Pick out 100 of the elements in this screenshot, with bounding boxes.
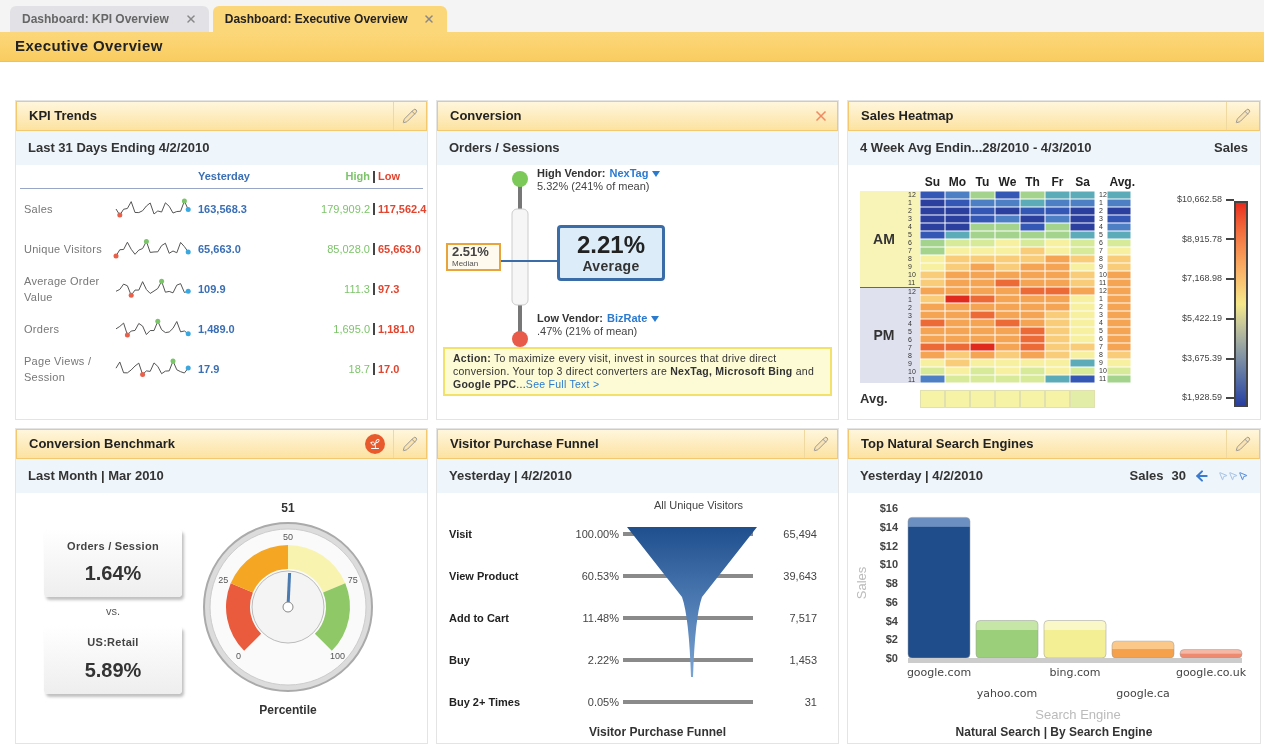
scale-label: $5,422.19 <box>1180 312 1222 326</box>
close-icon[interactable] <box>813 108 829 124</box>
day-label: Sa <box>1074 174 1091 191</box>
x-axis-title: Search Engine <box>1035 707 1121 722</box>
x-tick-label: google.com <box>906 666 972 679</box>
low-value: 17.0 <box>378 361 401 377</box>
bar <box>1111 640 1175 659</box>
metric-card: US:Retail 5.89% <box>44 625 182 694</box>
high-value: 85,028.0 <box>326 241 370 257</box>
y-axis-title: Sales <box>854 566 869 600</box>
edit-icon[interactable] <box>1235 436 1251 452</box>
panel-title: Top Natural Search Engines <box>860 435 1034 454</box>
metric-name: Page Views / Session <box>23 354 93 385</box>
day-label: Tu <box>974 174 991 191</box>
panel-title: Conversion Benchmark <box>28 435 175 454</box>
gauge-tick-label: 100 <box>330 651 345 662</box>
edit-icon[interactable] <box>402 436 418 452</box>
gauge-tick-label: 50 <box>283 532 293 542</box>
yesterday-value: 17.9 <box>198 361 221 377</box>
column-header: Low <box>378 169 401 185</box>
metric-card: Orders / Session 1.64% <box>44 529 182 597</box>
stage-label: Visit <box>449 526 474 542</box>
vendor-link[interactable]: NexTag <box>609 167 649 180</box>
caret-icon[interactable] <box>651 315 660 322</box>
subtitle: Yesterday | 4/2/2010 <box>860 467 983 486</box>
high-value: 1,695.0 <box>332 321 370 337</box>
bar <box>1043 620 1107 659</box>
high-value: 179,909.2 <box>320 201 370 217</box>
vendor-link[interactable]: BizRate <box>607 312 648 325</box>
stage-percent: 2.22% <box>586 652 619 668</box>
edit-icon[interactable] <box>402 108 418 124</box>
stage-percent: 11.48% <box>581 610 619 626</box>
vendor-label: Low Vendor: <box>537 312 603 325</box>
row-count: 30 <box>1171 467 1186 486</box>
yesterday-value: 65,663.0 <box>198 241 242 257</box>
average-callout: 2.21% Average <box>557 225 665 281</box>
low-value: 1,181.0 <box>378 321 416 337</box>
panel-title: KPI Trends <box>28 107 97 126</box>
y-tick-label: $8 <box>885 577 898 589</box>
chart-caption: Visitor Purchase Funnel <box>588 724 727 741</box>
bar <box>1179 649 1243 659</box>
edit-icon[interactable] <box>1235 108 1251 124</box>
stage-count: 39,643 <box>782 568 817 584</box>
scale-label: $7,168.98 <box>1180 272 1222 286</box>
panel-title: Sales Heatmap <box>860 107 954 126</box>
y-tick-label: $16 <box>879 502 898 514</box>
scale-label: $10,662.58 <box>1175 193 1222 206</box>
y-tick-label: $2 <box>885 633 898 646</box>
yesterday-value: 163,568.3 <box>198 201 248 217</box>
back-arrow-icon[interactable] <box>1194 468 1210 484</box>
stage-percent: 60.53% <box>580 568 619 584</box>
measure-label: Sales <box>1129 467 1164 486</box>
panel-title: Conversion <box>449 107 522 126</box>
high-value: 18.7 <box>347 361 370 377</box>
x-tick-label: google.co.uk <box>1175 666 1247 679</box>
low-value: 97.3 <box>378 281 401 297</box>
half-day-label: PM <box>872 326 896 345</box>
close-icon[interactable] <box>184 13 197 25</box>
y-tick-label: $6 <box>885 595 898 608</box>
gauge-reading: 51 <box>281 500 295 517</box>
caret-icon[interactable] <box>652 170 661 177</box>
y-tick-label: $10 <box>879 558 898 571</box>
action-text: Action: To maximize every visit, invest in sources that drive direct conversion. Your top 3 direct converters are NexTag, Microsoft Bing and Google PPC...See Full Text > <box>443 347 832 396</box>
scale-label: $3,675.39 <box>1180 351 1222 365</box>
metric-name: Sales <box>23 202 54 217</box>
stage-label: Buy <box>449 652 471 668</box>
see-full-text-link[interactable]: See Full Text > <box>525 378 600 390</box>
yesterday-value: 109.9 <box>198 281 227 297</box>
day-label: We <box>997 174 1018 191</box>
x-tick-label: bing.com <box>1049 666 1101 679</box>
gauge-tick-label: 25 <box>218 575 229 586</box>
half-day-label: AM <box>872 229 896 249</box>
vendor-detail: .47% (21% of mean) <box>537 325 638 337</box>
close-icon[interactable] <box>423 13 436 25</box>
subtitle: 4 Week Avg Endin...28/2010 - 4/3/2010 <box>860 139 1092 158</box>
stage-label: View Product <box>449 568 520 584</box>
vendor-label: High Vendor: <box>537 167 606 180</box>
page-title: Executive Overview <box>15 36 163 57</box>
day-label: Su <box>923 174 942 191</box>
stage-count: 7,517 <box>788 610 817 626</box>
pointer-icon[interactable] <box>1218 471 1248 481</box>
tab[interactable]: Dashboard: KPI Overview <box>10 6 209 32</box>
stage-label: Buy 2+ Times <box>449 694 522 710</box>
stage-label: Add to Cart <box>449 610 510 626</box>
x-tick-label: yahoo.com <box>976 687 1038 700</box>
stage-count: 31 <box>803 694 817 710</box>
edit-icon[interactable] <box>813 436 829 452</box>
row-label: Avg. <box>860 390 889 408</box>
versus-label: vs. <box>105 604 121 619</box>
y-tick-label: $12 <box>879 539 898 552</box>
metric-name: Unique Visitors <box>23 242 103 257</box>
tab[interactable]: Dashboard: Executive Overview <box>212 6 448 32</box>
column-header: High <box>344 169 370 185</box>
leader-line <box>501 260 557 262</box>
gauge-caption: Percentile <box>259 702 317 719</box>
low-value: 65,663.0 <box>378 241 422 257</box>
subtitle: Last Month | Mar 2010 <box>28 467 164 486</box>
day-label: Th <box>1024 174 1041 191</box>
stage-count: 65,494 <box>782 526 817 542</box>
high-value: 111.3 <box>343 281 370 297</box>
